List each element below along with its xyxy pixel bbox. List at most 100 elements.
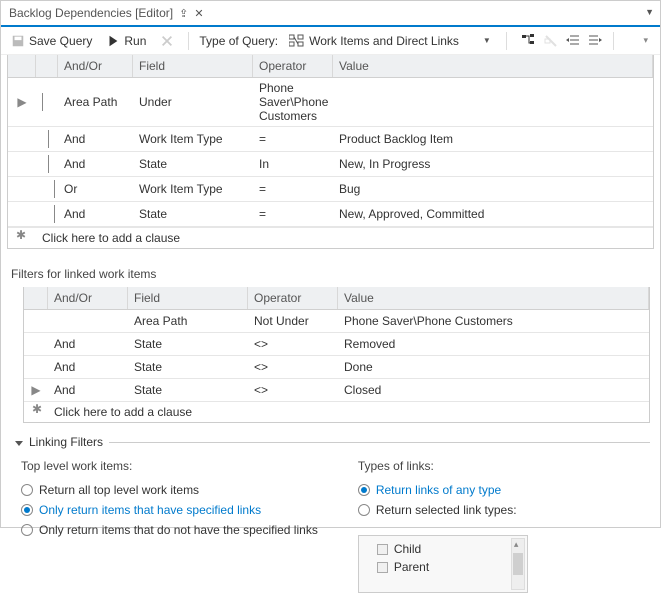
link-types-listbox[interactable]: Child Parent — [358, 535, 528, 593]
query-type-icon — [289, 34, 305, 48]
add-clause-hint[interactable]: Click here to add a clause — [54, 405, 192, 419]
type-of-query-label: Type of Query: — [199, 34, 278, 48]
link-types-title: Types of links: — [358, 459, 528, 473]
cell-value[interactable]: New, Approved, Committed — [333, 202, 653, 226]
cell-andor[interactable]: And — [58, 152, 133, 176]
cell-field[interactable]: State — [128, 356, 248, 378]
col-andor: And/Or — [48, 287, 128, 309]
col-operator: Operator — [248, 287, 338, 309]
add-row-icon[interactable]: ✱ — [24, 402, 48, 422]
radio-icon — [358, 504, 370, 516]
cell-value[interactable]: Closed — [338, 379, 649, 401]
cell-andor[interactable]: And — [58, 127, 133, 151]
row-marker — [8, 152, 36, 176]
collapse-icon — [15, 435, 23, 449]
cell-field[interactable]: Work Item Type — [133, 127, 253, 151]
table-row[interactable]: AndWork Item Type=Product Backlog Item — [8, 127, 653, 152]
cell-andor[interactable]: And — [58, 202, 133, 226]
cell-operator[interactable]: = — [253, 177, 333, 201]
cell-operator[interactable]: = — [253, 202, 333, 226]
top-level-option[interactable]: Return all top level work items — [21, 483, 318, 497]
close-icon[interactable]: ✕ — [194, 7, 203, 20]
separator — [188, 32, 189, 50]
cell-andor[interactable]: Or — [58, 177, 133, 201]
table-row[interactable]: AndState=New, Approved, Committed — [8, 202, 653, 227]
radio-icon — [358, 484, 370, 496]
link-type-option[interactable]: Return selected link types: — [358, 503, 528, 517]
add-clause-hint[interactable]: Click here to add a clause — [42, 231, 180, 245]
radio-icon — [21, 504, 33, 516]
top-filter-grid: And/Or Field Operator Value ▶Area PathUn… — [7, 55, 654, 249]
table-row[interactable]: AndStateInNew, In Progress — [8, 152, 653, 177]
outdent-icon[interactable] — [565, 33, 581, 49]
cell-operator[interactable]: Under — [133, 78, 253, 126]
col-value: Value — [333, 55, 653, 77]
cell-operator[interactable]: <> — [248, 379, 338, 401]
run-button[interactable]: Run — [102, 32, 150, 50]
col-andor: And/Or — [58, 55, 133, 77]
cell-operator[interactable]: <> — [248, 333, 338, 355]
editor-tab[interactable]: Backlog Dependencies [Editor] ⇪ ✕ — [1, 1, 212, 25]
cell-value[interactable]: Phone Saver\Phone Customers — [253, 78, 333, 126]
cell-field[interactable]: State — [133, 152, 253, 176]
col-field: Field — [128, 287, 248, 309]
query-type-dropdown[interactable]: Work Items and Direct Links ▼ — [284, 32, 496, 50]
cell-field[interactable]: Work Item Type — [133, 177, 253, 201]
link-type-item[interactable]: Child — [377, 542, 523, 556]
cell-field[interactable]: Area Path — [128, 310, 248, 332]
save-query-button[interactable]: Save Query — [7, 32, 96, 50]
cell-andor[interactable]: And — [48, 356, 128, 378]
cell-operator[interactable]: In — [253, 152, 333, 176]
link-type-option[interactable]: Return links of any type — [358, 483, 528, 497]
tab-title: Backlog Dependencies [Editor] — [9, 6, 173, 20]
chevron-down-icon: ▼ — [483, 36, 491, 45]
table-row[interactable]: ▶Area PathUnderPhone Saver\Phone Custome… — [8, 78, 653, 127]
toolbar-overflow-icon[interactable]: ▾ — [643, 35, 654, 46]
row-marker — [24, 333, 48, 355]
ungroup-icon[interactable] — [543, 33, 559, 49]
table-row[interactable]: OrWork Item Type=Bug — [8, 177, 653, 202]
cell-field[interactable]: State — [133, 202, 253, 226]
cell-operator[interactable]: <> — [248, 356, 338, 378]
cell-field[interactable]: State — [128, 379, 248, 401]
cell-value[interactable]: Removed — [338, 333, 649, 355]
pin-icon[interactable]: ⇪ — [179, 7, 188, 20]
cell-value[interactable]: Bug — [333, 177, 653, 201]
cell-value[interactable]: New, In Progress — [333, 152, 653, 176]
table-row[interactable]: AndState<>Done — [24, 356, 649, 379]
top-level-option[interactable]: Only return items that do not have the s… — [21, 523, 318, 537]
separator — [506, 32, 507, 50]
add-row-icon[interactable]: ✱ — [8, 228, 36, 248]
cell-field[interactable]: State — [128, 333, 248, 355]
row-marker: ▶ — [24, 379, 48, 401]
cell-andor[interactable] — [48, 310, 128, 332]
top-level-option[interactable]: Only return items that have specified li… — [21, 503, 318, 517]
checkbox-icon — [377, 544, 388, 555]
cell-andor[interactable]: And — [48, 379, 128, 401]
col-operator: Operator — [253, 55, 333, 77]
link-type-item[interactable]: Parent — [377, 560, 523, 574]
cell-operator[interactable]: = — [253, 127, 333, 151]
cell-value[interactable]: Phone Saver\Phone Customers — [338, 310, 649, 332]
tab-strip: Backlog Dependencies [Editor] ⇪ ✕ ▼ — [1, 1, 660, 27]
tree-icon[interactable] — [521, 33, 537, 49]
scrollbar[interactable] — [511, 538, 525, 590]
cell-operator[interactable]: Not Under — [248, 310, 338, 332]
cell-value[interactable]: Product Backlog Item — [333, 127, 653, 151]
tabstrip-menu-icon[interactable]: ▼ — [645, 7, 654, 17]
toolbar: Save Query Run Type of Query: Work Items… — [1, 27, 660, 55]
top-level-title: Top level work items: — [21, 459, 318, 473]
linked-filter-grid: And/Or Field Operator Value Area PathNot… — [23, 287, 650, 423]
table-row[interactable]: Area PathNot UnderPhone Saver\Phone Cust… — [24, 310, 649, 333]
linking-filters-header[interactable]: Linking Filters — [15, 435, 650, 449]
row-marker — [24, 356, 48, 378]
separator — [613, 32, 614, 50]
cell-andor[interactable]: And — [48, 333, 128, 355]
cell-value[interactable]: Done — [338, 356, 649, 378]
cell-field[interactable]: Area Path — [58, 78, 133, 126]
indent-icon[interactable] — [587, 33, 603, 49]
delete-clause-button[interactable] — [156, 32, 178, 50]
row-marker — [24, 310, 48, 332]
table-row[interactable]: ▶AndState<>Closed — [24, 379, 649, 402]
table-row[interactable]: AndState<>Removed — [24, 333, 649, 356]
